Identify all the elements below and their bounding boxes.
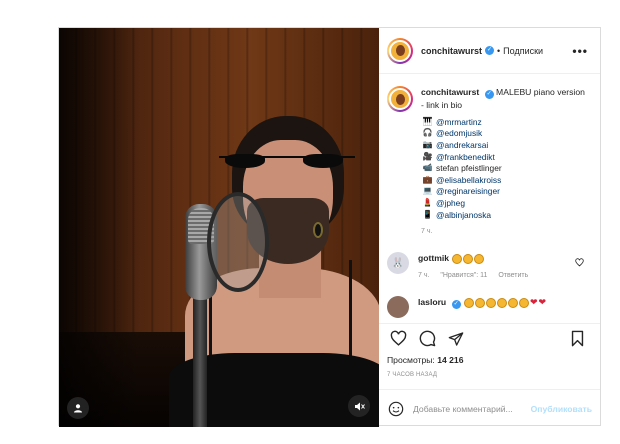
mention-link[interactable]: @andrekarsai — [436, 139, 488, 151]
bookmark-icon — [571, 330, 583, 347]
avatar[interactable] — [387, 296, 409, 319]
views-label: Просмотры: — [387, 355, 435, 365]
comment-emojis — [451, 253, 485, 265]
send-paper-plane-icon — [448, 331, 464, 346]
emoji-button[interactable] — [387, 400, 405, 418]
emoji-face-icon — [507, 298, 518, 309]
mention-link[interactable]: @elisabellakroiss — [436, 174, 501, 186]
avatar[interactable]: 🐰 — [387, 252, 409, 275]
camera-icon: 📷 — [422, 139, 433, 149]
publish-button[interactable]: Опубликовать — [531, 404, 592, 414]
briefcase-icon: 💼 — [422, 174, 433, 184]
emoji-face-icon — [485, 298, 496, 309]
user-icon — [74, 404, 82, 413]
comment-button[interactable] — [416, 328, 438, 350]
verified-badge-icon: ✓ — [451, 300, 461, 310]
caption-author[interactable]: conchitawurst — [421, 87, 479, 97]
verified-badge-icon: ✓ — [485, 46, 495, 55]
caption-timestamp[interactable]: 7 ч. — [421, 226, 588, 238]
reply-button[interactable]: Ответить — [498, 272, 528, 279]
credit-name: stefan pfeistlinger — [436, 163, 502, 174]
piano-icon: 🎹 — [422, 116, 433, 126]
credits-list: 🎹 @mrmartinz 🎧 @edomjusik 📷 @andrekarsai 🎥 @fra… — [421, 116, 588, 220]
more-options-button[interactable]: ••• — [572, 44, 588, 58]
credit-line: 💻 @reginareisinger — [421, 186, 588, 198]
comments-list[interactable]: conchitawurst ✓ MALEBU piano version - l… — [379, 74, 600, 323]
sunglasses — [219, 150, 355, 172]
credit-line: 🎥 @frankbenedikt — [421, 151, 588, 163]
views-value: 14 216 — [437, 355, 464, 365]
heart-emoji-icon: ❤ — [538, 297, 547, 308]
emoji-face-icon — [474, 254, 485, 265]
credit-line: 💄 @jpheg — [421, 197, 588, 209]
credit-line: 💼 @elisabellakroiss — [421, 174, 588, 186]
share-button[interactable] — [445, 328, 467, 350]
phone-icon: 📱 — [422, 209, 433, 219]
lipstick-icon: 💄 — [422, 197, 433, 207]
emoji-face-icon — [518, 298, 529, 309]
mention-link[interactable]: @albinjanoska — [436, 209, 491, 221]
emoji-face-icon — [463, 254, 474, 265]
comment-emojis: ❤❤ — [463, 297, 547, 309]
tagged-user-button[interactable] — [67, 397, 89, 419]
author-username[interactable]: conchitawurst — [421, 46, 482, 56]
comment-timestamp[interactable]: 7 ч. — [418, 272, 429, 279]
save-button[interactable] — [566, 328, 588, 350]
add-comment-bar: Опубликовать — [379, 389, 600, 427]
instagram-post: conchitawurst ✓ • Подписки ••• conchitaw… — [58, 27, 601, 427]
comment-likes[interactable]: "Нравится": 11 — [440, 272, 487, 279]
comment-author[interactable]: gottmik — [418, 253, 449, 263]
emoji-face-icon — [496, 298, 507, 309]
comment-input[interactable] — [413, 403, 531, 414]
monitor-icon: 💻 — [422, 186, 433, 196]
post-timestamp[interactable]: 7 ЧАСОВ НАЗАД — [379, 369, 600, 381]
like-button[interactable] — [387, 328, 409, 350]
caption: conchitawurst ✓ MALEBU piano version - l… — [387, 86, 588, 238]
comment-author[interactable]: lasloru — [418, 297, 446, 307]
mic-stand — [193, 278, 207, 427]
speaker-muted-icon — [354, 402, 365, 410]
separator-dot: • — [497, 45, 501, 56]
comment-bubble-icon — [419, 330, 435, 347]
mention-link[interactable]: @frankbenedikt — [436, 151, 495, 163]
action-bar — [379, 323, 600, 353]
earring — [313, 222, 323, 238]
post-video[interactable] — [59, 28, 379, 427]
mute-button[interactable] — [348, 395, 370, 417]
post-sidebar: conchitawurst ✓ • Подписки ••• conchitaw… — [379, 28, 600, 427]
comment-item: 🐰 gottmik 7 ч. "Нравится": 11 Ответить — [387, 252, 588, 282]
avatar[interactable] — [387, 37, 413, 64]
mention-link[interactable]: @reginareisinger — [436, 185, 500, 197]
emoji-face-icon — [463, 298, 474, 309]
credit-line: 📹 stefan pfeistlinger — [421, 162, 588, 174]
video-camera-icon: 📹 — [422, 163, 433, 173]
credit-line: 📷 @andrekarsai — [421, 139, 588, 151]
following-button[interactable]: Подписки — [503, 46, 543, 56]
film-camera-icon: 🎥 — [422, 151, 433, 161]
smiley-icon — [388, 401, 404, 416]
emoji-face-icon — [452, 254, 463, 265]
emoji-face-icon — [474, 298, 485, 309]
heart-emoji-icon: ❤ — [529, 297, 538, 308]
mention-link[interactable]: @mrmartinz — [436, 116, 482, 128]
credit-line: 📱 @albinjanoska — [421, 209, 588, 221]
credit-line: 🎧 @edomjusik — [421, 128, 588, 140]
mention-link[interactable]: @edomjusik — [436, 127, 482, 139]
views-count[interactable]: Просмотры: 14 216 — [379, 353, 600, 367]
post-header: conchitawurst ✓ • Подписки ••• — [379, 28, 600, 74]
heart-icon — [390, 330, 406, 346]
mention-link[interactable]: @jpheg — [436, 197, 465, 209]
comment-item: lasloru ✓ ❤❤ — [387, 296, 588, 319]
verified-badge-icon: ✓ — [484, 90, 494, 99]
credit-line: 🎹 @mrmartinz — [421, 116, 588, 128]
avatar[interactable] — [387, 86, 413, 112]
heart-icon[interactable] — [575, 258, 584, 267]
headphones-icon: 🎧 — [422, 128, 433, 138]
pop-filter — [207, 192, 269, 292]
